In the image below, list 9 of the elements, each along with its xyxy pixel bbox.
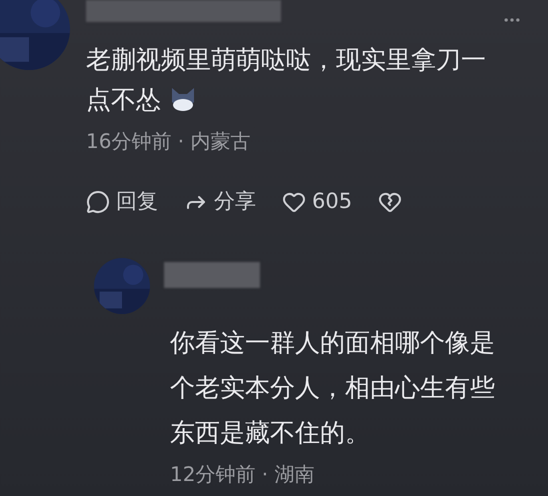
share-button[interactable]: 分享 — [184, 186, 256, 218]
comment-meta: 16分钟前 · 内蒙古 — [86, 128, 251, 155]
comment-text: 你看这一群人的面相哪个像是个老实本分人，相由心生有些东西是藏不住的。 — [170, 326, 496, 448]
comment-meta: 12分钟前 · 湖南 — [170, 460, 315, 488]
cat-sticker-icon — [169, 86, 197, 112]
comment-text: 老蒯视频里萌萌哒哒，现实里拿刀一点不怂 — [86, 44, 487, 116]
like-button[interactable]: 605 — [282, 186, 352, 218]
reply-button[interactable]: 回复 — [86, 186, 158, 218]
comment-icon — [86, 190, 110, 214]
